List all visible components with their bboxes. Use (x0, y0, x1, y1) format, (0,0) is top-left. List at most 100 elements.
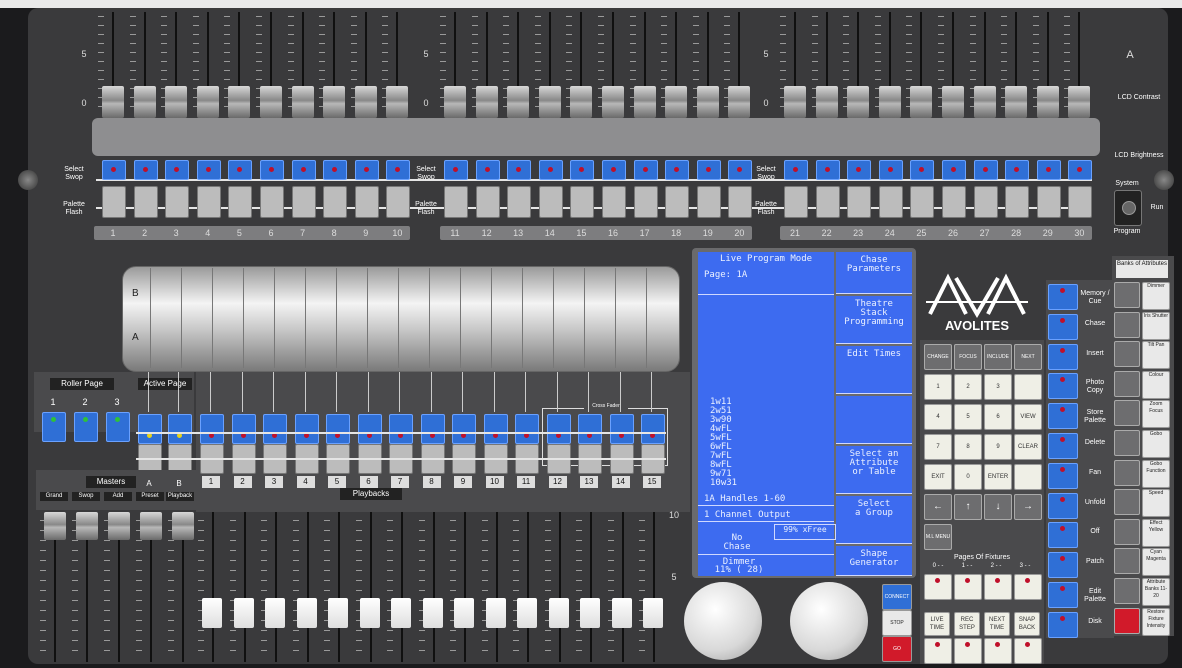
keypad-key[interactable]: 9 (984, 434, 1012, 460)
playback-fader-knob[interactable] (359, 598, 380, 628)
palette-flash-button[interactable] (475, 186, 500, 218)
palette-flash-button[interactable] (538, 186, 563, 218)
keypad-key[interactable]: 2 (954, 374, 982, 400)
select-swop-button[interactable] (665, 160, 690, 180)
page-fixture-button[interactable] (954, 638, 982, 664)
page-fixture-button[interactable] (954, 574, 982, 600)
palette-flash-button[interactable] (507, 186, 532, 218)
bank-button[interactable] (1114, 607, 1140, 634)
playback-button[interactable] (200, 414, 224, 444)
left-side-knob[interactable] (18, 170, 38, 190)
master-fader-knob[interactable] (140, 512, 162, 540)
playback-button[interactable] (578, 414, 602, 444)
palette-flash-button[interactable] (633, 186, 658, 218)
fader-knob[interactable] (538, 86, 561, 118)
select-swop-button[interactable] (570, 160, 595, 180)
playback-fader-knob[interactable] (454, 598, 474, 628)
side-menu-button[interactable] (1048, 403, 1078, 430)
playback-button[interactable] (389, 414, 413, 444)
side-menu-button[interactable] (1048, 462, 1078, 489)
side-menu-button[interactable] (1048, 582, 1078, 608)
palette-flash-button[interactable] (910, 186, 935, 218)
fader-knob[interactable] (260, 86, 282, 118)
palette-flash-button[interactable] (696, 186, 721, 218)
select-swop-button[interactable] (196, 160, 221, 180)
page-fixture-button[interactable] (1014, 574, 1042, 600)
page-fixture-button[interactable] (924, 638, 952, 664)
select-swop-button[interactable] (1036, 160, 1061, 180)
page-fixture-button[interactable] (984, 574, 1012, 600)
select-swop-button[interactable] (1005, 160, 1030, 180)
select-swop-button[interactable] (878, 160, 903, 180)
select-swop-button[interactable] (910, 160, 935, 180)
side-menu-button[interactable] (1048, 373, 1078, 400)
roller-wheel[interactable] (122, 266, 680, 372)
page-fixture-button[interactable] (924, 574, 952, 600)
side-menu-button[interactable] (1048, 492, 1078, 519)
keypad-key[interactable]: 0 (954, 464, 982, 490)
fader-knob[interactable] (1068, 86, 1091, 118)
side-menu-button[interactable] (1048, 343, 1078, 370)
playback-button[interactable] (357, 414, 382, 444)
keypad-key[interactable]: 5 (954, 404, 982, 430)
key-switch[interactable] (1114, 190, 1142, 226)
palette-flash-button[interactable] (602, 186, 626, 218)
palette-flash-button[interactable] (942, 186, 966, 218)
select-swop-button[interactable] (538, 160, 563, 180)
fader-knob[interactable] (133, 86, 156, 118)
select-swop-button[interactable] (847, 160, 872, 180)
playback-fader-knob[interactable] (233, 598, 254, 628)
fader-knob[interactable] (354, 86, 377, 118)
page-control-button[interactable]: NEXT TIME (984, 612, 1010, 636)
select-swop-button[interactable] (323, 160, 348, 180)
roller-page-button[interactable] (106, 412, 130, 442)
fader-knob[interactable] (1005, 86, 1028, 118)
select-swop-button[interactable] (1068, 160, 1093, 180)
select-swop-button[interactable] (728, 160, 753, 180)
palette-flash-button[interactable] (728, 186, 753, 218)
playback-fader-knob[interactable] (580, 598, 600, 628)
palette-flash-button[interactable] (665, 186, 690, 218)
palette-flash-button[interactable] (323, 186, 348, 218)
fader-knob[interactable] (507, 86, 530, 118)
select-swop-button[interactable] (942, 160, 966, 180)
select-swop-button[interactable] (602, 160, 626, 180)
fader-knob[interactable] (878, 86, 901, 118)
page-control-button[interactable]: REC STEP (954, 612, 980, 636)
playback-button[interactable] (609, 414, 634, 444)
palette-flash-button[interactable] (570, 186, 595, 218)
roller-page-button[interactable] (42, 412, 66, 442)
playback-button[interactable] (138, 414, 162, 444)
playback-button[interactable] (641, 414, 665, 444)
fader-knob[interactable] (291, 86, 314, 118)
master-fader-knob[interactable] (76, 512, 98, 540)
select-swop-button[interactable] (354, 160, 379, 180)
playback-fader-knob[interactable] (296, 598, 317, 628)
go-control-button[interactable]: GO (882, 636, 912, 662)
playback-fader-knob[interactable] (485, 598, 506, 628)
palette-flash-button[interactable] (196, 186, 221, 218)
side-menu-button[interactable] (1048, 433, 1078, 459)
keypad-key[interactable] (1014, 374, 1042, 400)
fader-knob[interactable] (323, 86, 346, 118)
palette-flash-button[interactable] (878, 186, 903, 218)
right-side-knob[interactable] (1154, 170, 1174, 190)
side-menu-button[interactable] (1048, 313, 1078, 340)
fader-knob[interactable] (728, 86, 751, 118)
palette-flash-button[interactable] (1068, 186, 1093, 218)
select-swop-button[interactable] (102, 160, 126, 180)
master-fader-knob[interactable] (108, 512, 130, 540)
go-control-button[interactable]: STOP (882, 610, 912, 636)
palette-flash-button[interactable] (354, 186, 379, 218)
page-control-button[interactable]: SNAP BACK (1014, 612, 1040, 636)
bank-button[interactable] (1114, 282, 1140, 308)
palette-flash-button[interactable] (1005, 186, 1030, 218)
bank-button[interactable] (1114, 459, 1140, 486)
bank-button[interactable] (1114, 548, 1140, 575)
palette-flash-button[interactable] (165, 186, 190, 218)
fader-knob[interactable] (665, 86, 688, 118)
master-fader-knob[interactable] (44, 512, 66, 540)
palette-flash-button[interactable] (444, 186, 468, 218)
playback-button[interactable] (326, 414, 350, 444)
keypad-key[interactable]: 8 (954, 434, 982, 460)
